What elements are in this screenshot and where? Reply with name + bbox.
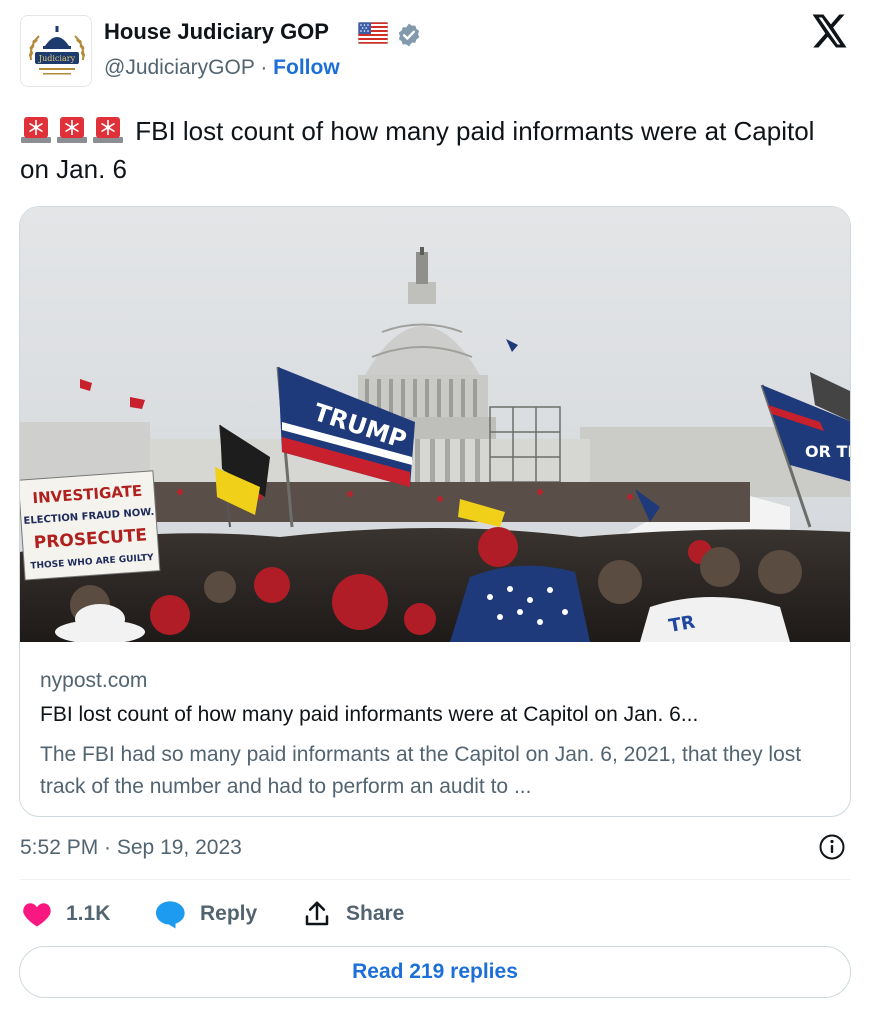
- tweet-embed: Judiciary House Judiciary GOP @Judiciary…: [0, 0, 875, 1024]
- card-description: The FBI had so many paid informants at t…: [40, 743, 802, 798]
- avatar-logo-text: Judiciary: [38, 54, 76, 63]
- like-button[interactable]: 1.1K: [22, 896, 110, 932]
- police-light-icon: [20, 113, 52, 145]
- police-light-icon: [92, 113, 124, 145]
- divider: [20, 879, 851, 880]
- info-icon[interactable]: [818, 833, 846, 861]
- police-light-icon: [56, 113, 88, 145]
- follow-link[interactable]: Follow: [273, 56, 340, 79]
- link-preview-card[interactable]: TR TRUMP OR TR INVESTIGATE: [19, 206, 851, 817]
- author-handle[interactable]: @JudiciaryGOP: [104, 56, 254, 79]
- card-image[interactable]: TR TRUMP OR TR INVESTIGATE: [20, 207, 851, 642]
- x-logo-icon[interactable]: [812, 14, 848, 48]
- tweet-timestamp[interactable]: 5:52 PM · Sep 19, 2023: [20, 836, 242, 860]
- reply-button[interactable]: Reply: [154, 896, 257, 932]
- us-flag-icon: [358, 22, 388, 44]
- card-domain: nypost.com: [40, 669, 148, 692]
- share-upload-icon: [305, 901, 329, 926]
- share-button[interactable]: Share: [302, 896, 404, 932]
- author-avatar[interactable]: Judiciary: [20, 15, 92, 87]
- author-name[interactable]: House Judiciary GOP: [104, 19, 329, 45]
- read-replies-button[interactable]: Read 219 replies: [19, 946, 851, 998]
- handle-separator: ·: [260, 56, 268, 79]
- handle-row: @JudiciaryGOP · Follow: [104, 56, 340, 80]
- tweet-text-block: FBI lost count of how many paid informan…: [20, 112, 850, 188]
- speech-bubble-icon: [156, 901, 185, 929]
- svg-text:OR TR: OR TR: [805, 442, 851, 461]
- svg-text:TR: TR: [667, 612, 697, 637]
- heart-icon: [23, 903, 51, 927]
- share-label: Share: [346, 902, 405, 925]
- like-count: 1.1K: [66, 902, 111, 925]
- reply-label: Reply: [200, 902, 258, 925]
- verified-badge-icon[interactable]: [396, 22, 422, 48]
- judiciary-logo-icon: Judiciary: [21, 16, 91, 86]
- tweet-text: FBI lost count of how many paid informan…: [20, 116, 815, 184]
- card-title[interactable]: FBI lost count of how many paid informan…: [40, 703, 840, 727]
